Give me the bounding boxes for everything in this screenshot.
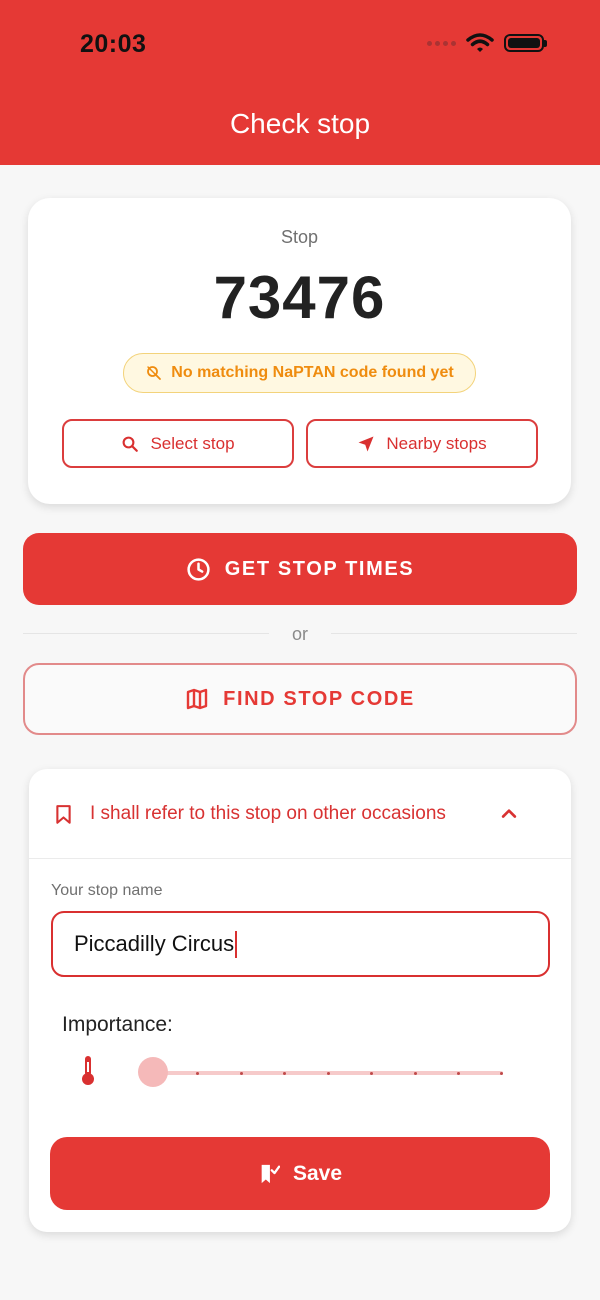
- save-bookmark-icon: [261, 1164, 280, 1183]
- get-stop-times-label: GET STOP TIMES: [224, 557, 415, 580]
- stop-name-field-label: Your stop name: [51, 882, 163, 899]
- select-stop-label: Select stop: [150, 433, 235, 453]
- bookmark-icon: [56, 804, 71, 824]
- page-title: Check stop: [229, 108, 371, 139]
- nearby-stops-button[interactable]: Nearby stops: [306, 419, 538, 468]
- get-stop-times-button[interactable]: GET STOP TIMES: [23, 533, 577, 605]
- map-icon: [186, 688, 208, 710]
- stop-label: Stop: [280, 227, 319, 247]
- search-icon: [123, 436, 139, 452]
- battery-icon: [504, 34, 547, 52]
- stop-card: Stop 73476 No matching NaPTAN code found…: [28, 198, 571, 504]
- slider-tick: [414, 1072, 417, 1075]
- or-divider: or: [23, 624, 577, 644]
- navigation-icon: [358, 436, 374, 451]
- naptan-notice-text: No matching NaPTAN code found yet: [171, 364, 454, 381]
- save-button[interactable]: Save: [50, 1137, 550, 1210]
- importance-label: Importance:: [62, 1013, 173, 1036]
- slider-tick: [457, 1072, 460, 1075]
- chevron-up-icon[interactable]: [499, 804, 519, 824]
- search-off-icon: [147, 366, 162, 380]
- save-label: Save: [292, 1161, 343, 1185]
- select-stop-button[interactable]: Select stop: [62, 419, 294, 468]
- find-stop-code-label: FIND STOP CODE: [223, 687, 415, 710]
- slider-thumb[interactable]: [138, 1057, 168, 1087]
- wifi-icon: [466, 33, 494, 52]
- nearby-stops-label: Nearby stops: [386, 433, 487, 453]
- stop-code: 73476: [213, 264, 386, 331]
- slider-tick: [240, 1072, 243, 1075]
- text-caret: [235, 930, 238, 958]
- stop-name-input[interactable]: Piccadilly Circus: [51, 911, 550, 977]
- save-section-header-label: I shall refer to this stop on other occa…: [90, 802, 446, 824]
- save-stop-card: I shall refer to this stop on other occa…: [29, 769, 571, 1232]
- signal-icon: [427, 40, 456, 46]
- find-stop-code-button[interactable]: FIND STOP CODE: [23, 663, 577, 735]
- status-time: 20:03: [80, 30, 147, 58]
- naptan-notice-badge: No matching NaPTAN code found yet: [123, 353, 476, 393]
- save-section-toggle[interactable]: I shall refer to this stop on other occa…: [29, 769, 571, 859]
- divider-line: [331, 633, 577, 634]
- slider-tick: [283, 1072, 286, 1075]
- importance-slider[interactable]: [138, 1057, 503, 1087]
- thermometer-icon: [82, 1056, 94, 1085]
- status-icons: [427, 32, 547, 54]
- app-header: 20:03 Check stop: [0, 0, 600, 165]
- clock-icon: [187, 557, 210, 581]
- divider-or-text: or: [291, 623, 308, 644]
- slider-tick: [196, 1072, 199, 1075]
- slider-tick: [327, 1072, 330, 1075]
- slider-tick: [500, 1072, 503, 1075]
- divider-line: [23, 633, 269, 634]
- stop-name-input-value: Piccadilly Circus: [74, 931, 235, 956]
- slider-tick: [370, 1072, 373, 1075]
